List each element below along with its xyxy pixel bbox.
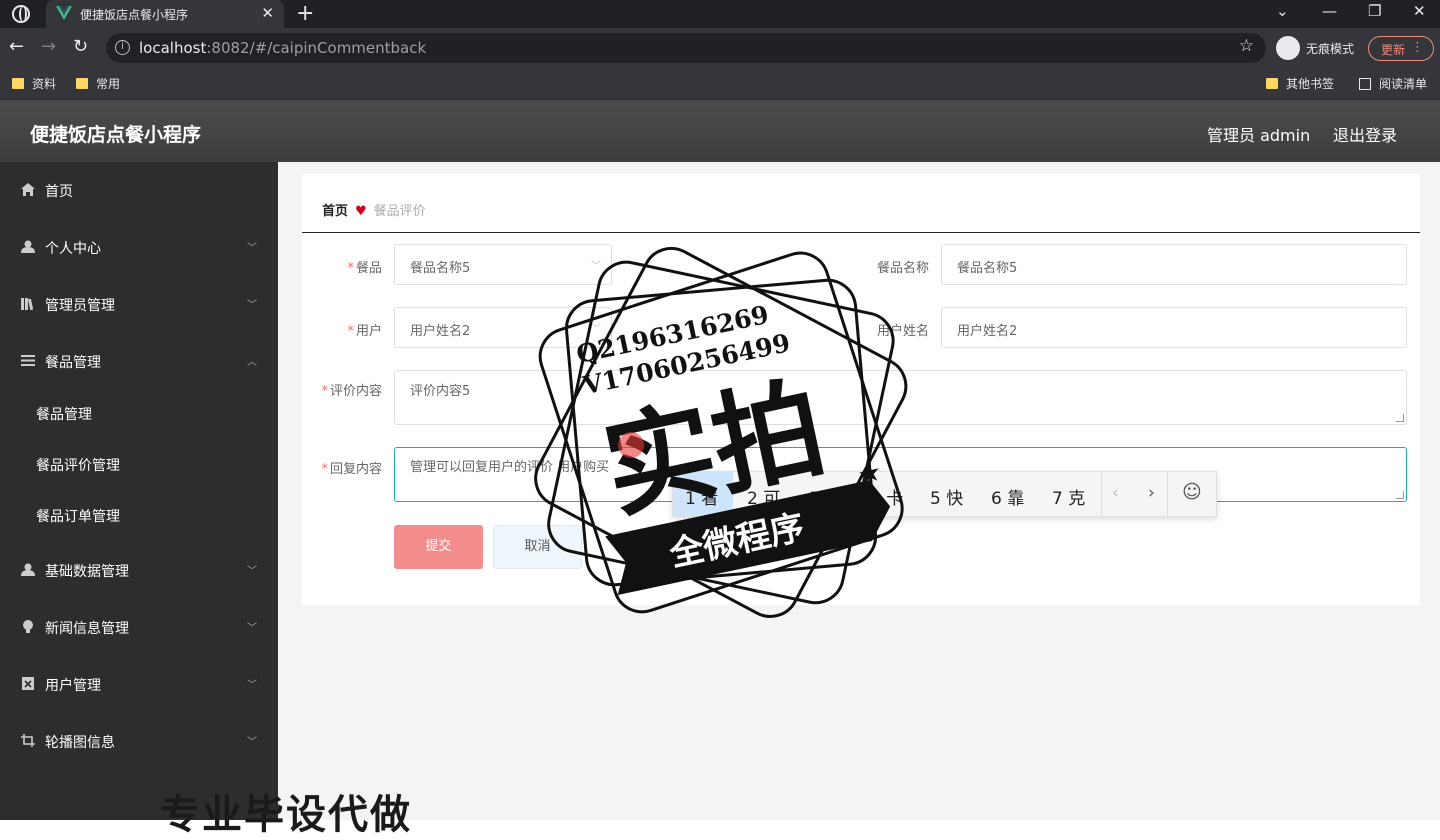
breadcrumb: 首页 ♥ 餐品评价 — [322, 200, 426, 219]
browser-tabstrip: 便捷饭店点餐小程序 ✕ + ⌄ — ❐ ✕ — [0, 0, 1440, 28]
dish-select[interactable]: 餐品名称5 ﹀ — [394, 244, 612, 285]
sidebar-sub-dish-orders[interactable]: 餐品订单管理 — [0, 497, 278, 533]
chevron-down-icon: ﹀ — [247, 623, 257, 634]
ime-candidate-4[interactable]: 4 卡 — [870, 484, 903, 509]
user-icon — [21, 563, 35, 576]
heart-icon: ♥ — [355, 204, 367, 219]
user-name-label: 用户姓名 — [876, 324, 929, 339]
update-button[interactable]: 更新 ⋮ — [1368, 36, 1434, 61]
bottom-watermark: 专业毕设代做 — [160, 792, 412, 838]
new-tab-button[interactable]: + — [296, 1, 314, 26]
incognito-icon — [1276, 36, 1300, 60]
bookmark-folder-1[interactable]: 资料 — [12, 75, 56, 92]
chevron-down-icon: ﹀ — [247, 680, 257, 691]
sidebar-item-carousel[interactable]: 轮播图信息 ﹀ — [0, 721, 278, 761]
ime-candidate-1[interactable]: 1 看 — [673, 472, 733, 516]
user-select[interactable]: 用户姓名2 ﹀ — [394, 307, 612, 348]
tab-search-icon[interactable]: ⌄ — [1276, 2, 1289, 20]
dish-name-field[interactable]: 餐品名称5 — [941, 244, 1407, 285]
vue-logo-icon — [56, 6, 72, 20]
breadcrumb-current: 餐品评价 — [373, 204, 426, 219]
folder-icon — [1266, 78, 1278, 89]
other-bookmarks[interactable]: 其他书签 — [1266, 75, 1334, 92]
ime-next-icon[interactable]: › — [1148, 483, 1155, 503]
restore-icon[interactable]: ❐ — [1368, 2, 1381, 20]
sidebar-item-home[interactable]: 首页 — [0, 170, 278, 210]
app-header: 便捷饭店点餐小程序 管理员 admin 退出登录 — [0, 100, 1440, 162]
chevron-up-icon: ︿ — [247, 357, 257, 368]
ime-candidate-bar: 1 看 2 可 3 开 4 卡 5 快 6 靠 7 克 ‹ › ☺ — [672, 471, 1217, 517]
url-text: localhost:8082/#/caipinCommentback — [139, 39, 427, 57]
bookmarks-bar: 资料 常用 其他书签 阅读清单 — [0, 68, 1440, 100]
back-icon[interactable]: ← — [9, 36, 24, 57]
bulb-icon — [23, 620, 33, 633]
ime-candidate-3[interactable]: 3 开 — [809, 484, 842, 509]
comment-textarea[interactable]: 评价内容5 — [394, 370, 1407, 425]
ime-prev-icon[interactable]: ‹ — [1112, 483, 1119, 503]
ime-candidate-5[interactable]: 5 快 — [930, 484, 963, 509]
home-icon — [21, 183, 35, 196]
folder-icon — [12, 78, 24, 89]
reading-list[interactable]: 阅读清单 — [1359, 75, 1427, 92]
user-label: * 用户 — [347, 324, 382, 339]
form-card: 首页 ♥ 餐品评价 * 餐品 餐品名称5 ﹀ 餐品名称 餐品名称5 * 用户 用户姓名2 ﹀… — [302, 174, 1420, 605]
crop-icon — [21, 734, 35, 747]
sidebar-item-dishes[interactable]: 餐品管理 ︿ — [0, 341, 278, 381]
user-name-field[interactable]: 用户姓名2 — [941, 307, 1407, 348]
browser-toolbar: ← → ↻ i localhost:8082/#/caipinCommentba… — [0, 28, 1440, 68]
chevron-down-icon: ﹀ — [591, 261, 601, 272]
delete-box-icon — [22, 677, 34, 690]
resize-handle-icon — [1396, 414, 1404, 422]
ime-candidate-7[interactable]: 7 克 — [1052, 484, 1085, 509]
sidebar-sub-dish-manage[interactable]: 餐品管理 — [0, 395, 278, 431]
sidebar: 首页 个人中心 ﹀ 管理员管理 ﹀ 餐品管理 ︿ 餐品管理 餐品评价管理 餐品订… — [0, 162, 278, 820]
reload-icon[interactable]: ↻ — [73, 36, 88, 57]
sidebar-sub-dish-review[interactable]: 餐品评价管理 — [0, 446, 278, 482]
ime-emoji-icon[interactable]: ☺ — [1182, 481, 1202, 503]
sidebar-item-users[interactable]: 用户管理 ﹀ — [0, 664, 278, 704]
forward-icon[interactable]: → — [41, 36, 56, 57]
info-icon[interactable]: i — [115, 40, 130, 55]
breadcrumb-divider — [302, 232, 1420, 233]
dish-label: * 餐品 — [347, 261, 382, 276]
app-title: 便捷饭店点餐小程序 — [30, 124, 202, 146]
chevron-down-icon: ﹀ — [247, 566, 257, 577]
ime-candidate-6[interactable]: 6 靠 — [991, 484, 1024, 509]
more-icon: ⋮ — [1411, 40, 1424, 55]
sidebar-item-base-data[interactable]: 基础数据管理 ﹀ — [0, 550, 278, 590]
chevron-down-icon: ﹀ — [247, 737, 257, 748]
breadcrumb-home[interactable]: 首页 — [322, 204, 348, 219]
chevron-down-icon: ﹀ — [247, 243, 257, 254]
user-icon — [21, 240, 35, 253]
bookmark-star-icon[interactable]: ☆ — [1239, 36, 1254, 56]
sidebar-item-admins[interactable]: 管理员管理 ﹀ — [0, 284, 278, 324]
bookmark-folder-2[interactable]: 常用 — [76, 75, 120, 92]
logout-link[interactable]: 退出登录 — [1333, 122, 1397, 146]
incognito-label: 无痕模式 — [1306, 42, 1355, 56]
sidebar-item-profile[interactable]: 个人中心 ﹀ — [0, 227, 278, 267]
chevron-down-icon: ﹀ — [591, 324, 601, 335]
library-icon — [21, 298, 34, 310]
globe-icon — [12, 5, 30, 23]
reply-label: * 回复内容 — [321, 462, 382, 477]
tab-close-icon[interactable]: ✕ — [261, 4, 274, 22]
folder-icon — [76, 78, 88, 89]
resize-handle-icon — [1396, 491, 1404, 499]
admin-label: 管理员 admin — [1207, 126, 1311, 145]
browser-tab[interactable]: 便捷饭店点餐小程序 ✕ — [46, 0, 284, 28]
menu-lines-icon — [21, 355, 35, 366]
dish-name-label: 餐品名称 — [876, 261, 929, 276]
sidebar-item-news[interactable]: 新闻信息管理 ﹀ — [0, 607, 278, 647]
reading-list-icon — [1359, 78, 1371, 90]
cancel-button[interactable]: 取消 — [493, 525, 582, 569]
address-bar[interactable]: i localhost:8082/#/caipinCommentback ☆ — [106, 33, 1266, 63]
ime-candidate-2[interactable]: 2 可 — [747, 484, 780, 509]
tab-title: 便捷饭店点餐小程序 — [80, 8, 189, 22]
window-close-icon[interactable]: ✕ — [1413, 2, 1426, 20]
submit-button[interactable]: 提交 — [394, 525, 483, 569]
minimize-icon[interactable]: — — [1322, 2, 1337, 20]
comment-label: * 评价内容 — [321, 384, 382, 399]
chevron-down-icon: ﹀ — [247, 300, 257, 311]
